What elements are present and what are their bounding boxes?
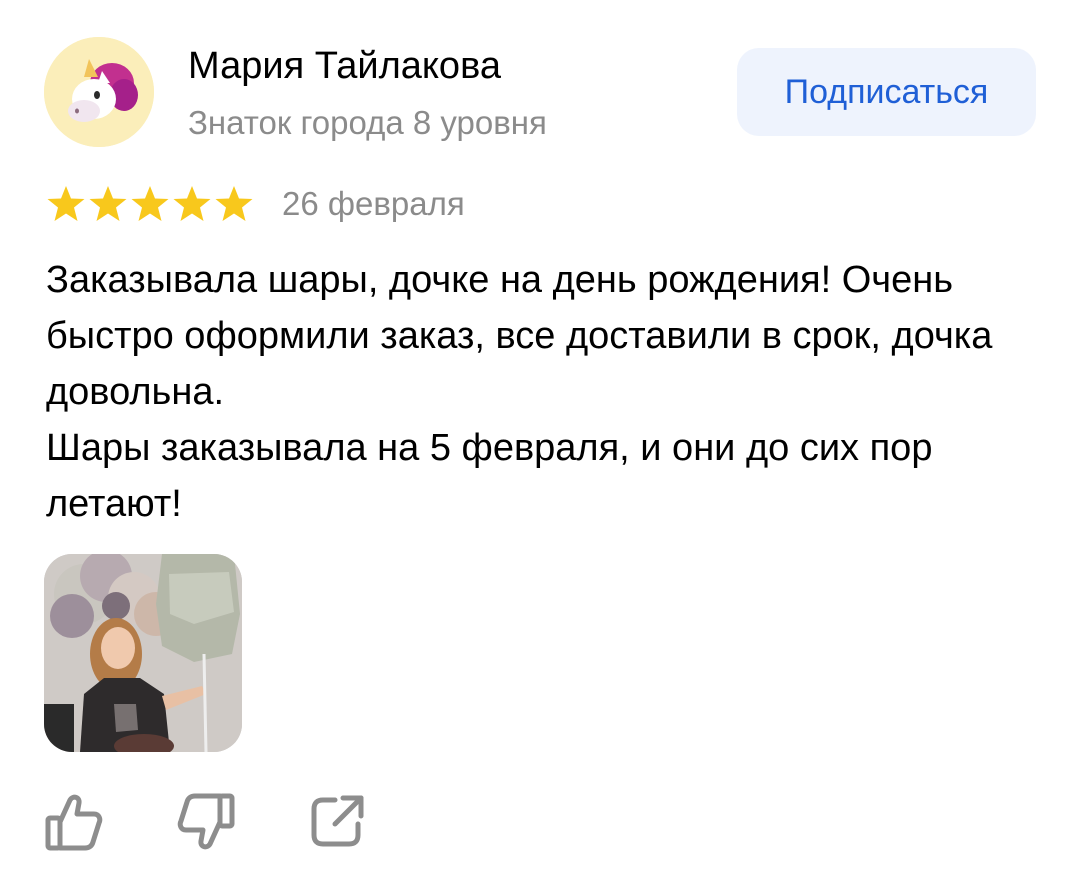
star-icon: [88, 184, 128, 224]
like-button[interactable]: [42, 790, 106, 854]
author-level: Знаток города 8 уровня: [188, 104, 547, 141]
photo-image: [44, 554, 242, 752]
star-icon: [46, 184, 86, 224]
dislike-button[interactable]: [174, 790, 238, 854]
share-icon: [311, 795, 364, 847]
thumbs-down-icon: [177, 793, 235, 850]
review-paragraph: Заказывала шары, дочке на день рождения!…: [46, 259, 993, 413]
review-photo[interactable]: [44, 554, 242, 752]
share-button[interactable]: [305, 790, 369, 854]
review-text: Заказывала шары, дочке на день рождения!…: [46, 252, 1046, 532]
thumbs-up-icon: [45, 794, 103, 851]
author-avatar[interactable]: [44, 37, 154, 147]
review-paragraph: Шары заказывала на 5 февраля, и они до с…: [46, 427, 933, 525]
subscribe-button[interactable]: Подписаться: [737, 48, 1036, 136]
review-date: 26 февраля: [282, 185, 465, 222]
author-name[interactable]: Мария Тайлакова: [188, 42, 501, 90]
star-rating: [46, 184, 256, 224]
star-icon: [214, 184, 254, 224]
star-icon: [130, 184, 170, 224]
unicorn-icon: [44, 37, 154, 147]
star-icon: [172, 184, 212, 224]
